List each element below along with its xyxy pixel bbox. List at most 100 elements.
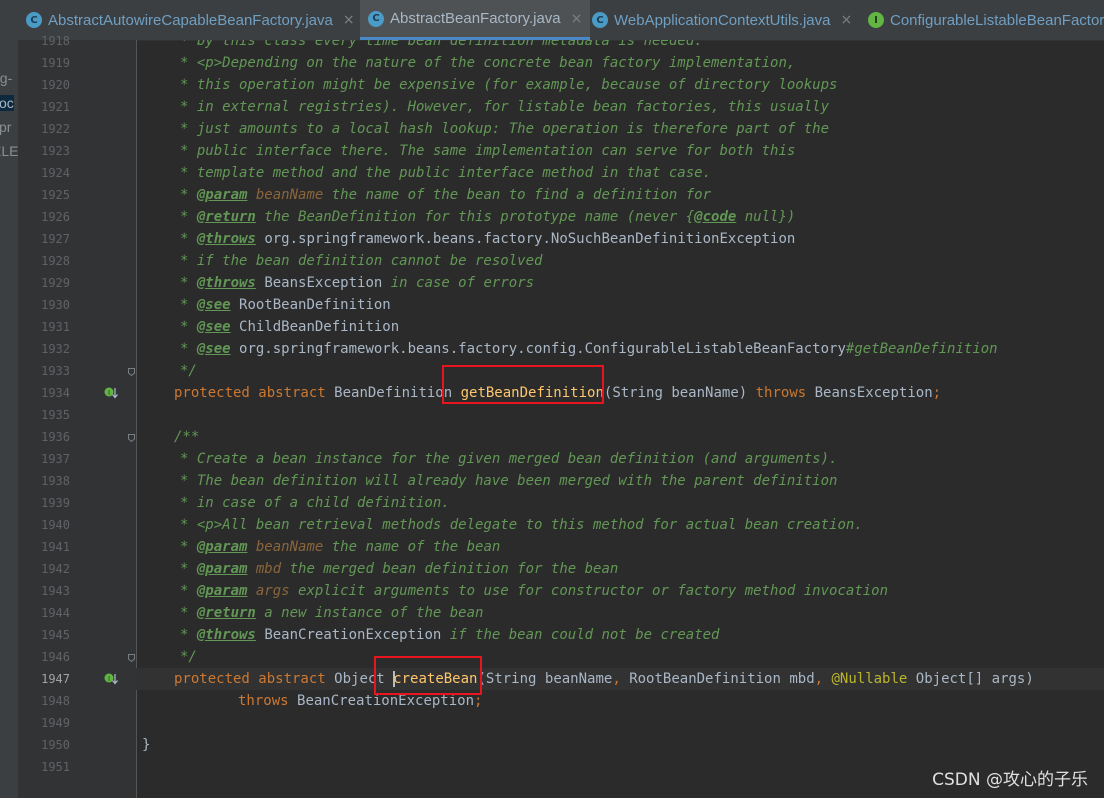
code-token: * Create a bean instance for the given m… [180,451,838,467]
code-line[interactable]: * @throws org.springframework.beans.fact… [180,228,795,250]
code-token: org.springframework.beans.factory.NoSuch… [264,231,796,247]
line-number: 1936 [41,430,70,444]
code-token: * [180,341,197,357]
code-line[interactable]: * @see ChildBeanDefinition [180,316,399,338]
code-token: , [814,671,832,687]
code-token: ChildBeanDefinition [239,319,400,335]
code-token: * <p>Depending on the nature of the conc… [180,55,796,71]
project-tree-item[interactable]: coc [0,95,14,111]
code-line[interactable]: * @param beanName the name of the bean t… [180,184,711,206]
code-token: protected abstract [174,671,335,687]
fold-marker-icon[interactable] [128,654,135,662]
code-line[interactable]: * @see org.springframework.beans.factory… [180,338,998,360]
highlight-box-getBeanDefinition [442,365,604,404]
code-token: * public interface there. The same imple… [180,143,796,159]
line-number: 1937 [41,452,70,466]
code-token: @param [196,583,248,599]
code-token: @param [196,187,248,203]
code-line[interactable]: * Create a bean instance for the given m… [180,448,837,470]
code-token: RootBeanDefinition mbd [629,671,815,687]
line-number: 1944 [41,606,70,620]
tab-1[interactable]: C AbstractBeanFactory.java × [360,0,591,40]
fold-marker-icon[interactable] [128,368,135,376]
code-line[interactable]: * @param beanName the name of the bean [180,536,500,558]
code-token: * by this class every time bean definiti… [180,40,703,49]
code-line[interactable]: * just amounts to a local hash lookup: T… [180,118,829,140]
fold-marker-icon[interactable] [128,434,135,442]
code-token: /** [174,429,200,445]
code-line[interactable]: * by this class every time bean definiti… [180,40,703,52]
code-token: @code [694,209,737,225]
line-number: 1931 [41,320,70,334]
code-token: * [180,561,197,577]
code-line[interactable]: * @param args explicit arguments to use … [180,580,888,602]
editor-gutter: 1918 1919 1920 1921 1922 1923 1924 1925 1926 1927… [18,34,137,798]
code-token: org.springframework.beans.factory.config… [239,341,846,357]
code-line[interactable]: protected abstract Object createBean(Str… [174,668,1034,690]
code-token: @see [196,297,231,313]
code-token: */ [180,363,197,379]
code-token: beanName [255,539,324,555]
code-token: * template method and the public interfa… [180,165,712,181]
line-number: 1938 [41,474,70,488]
code-line[interactable]: * @throws BeanCreationException if the b… [180,624,719,646]
code-line[interactable]: */ [180,646,197,668]
project-tree-item[interactable]: ng- [0,70,12,86]
code-line[interactable]: * <p>Depending on the nature of the conc… [180,52,795,74]
code-token: * this operation might be expensive (for… [180,77,838,93]
code-token: (String beanName [477,671,613,687]
code-editor[interactable]: * by this class every time bean definiti… [136,40,1104,798]
project-tree-item[interactable]: spr [0,119,11,135]
code-line[interactable]: * public interface there. The same imple… [180,140,795,162]
code-token: * [180,231,197,247]
line-number: 1926 [41,210,70,224]
tab-2[interactable]: C WebApplicationContextUtils.java × [584,0,860,40]
code-line[interactable]: * @see RootBeanDefinition [180,294,391,316]
code-token: * [180,297,197,313]
code-token: * if the bean definition cannot be resol… [180,253,543,269]
project-panel-edge[interactable]: ng-coc spr ELE [0,40,18,798]
close-icon[interactable]: × [841,12,853,28]
code-token: @return [196,209,256,225]
code-line[interactable]: /** [174,426,199,448]
code-line[interactable]: * <p>All bean retrieval methods delegate… [180,514,863,536]
code-line[interactable]: * template method and the public interfa… [180,162,711,184]
code-line[interactable]: * @param mbd the merged bean definition … [180,558,618,580]
code-token: * [180,627,197,643]
code-token: * The bean definition will already have … [180,473,838,489]
code-line[interactable]: * @return a new instance of the bean [180,602,483,624]
implemented-down-icon[interactable]: I [104,672,118,686]
implemented-down-icon[interactable]: I [104,386,118,400]
line-number: 1925 [41,188,70,202]
code-token: explicit arguments to use for constructo… [289,583,889,599]
line-number: 1947 [41,672,70,686]
code-line[interactable]: * @return the BeanDefinition for this pr… [180,206,795,228]
tab-label: ConfigurableListableBeanFactor [890,11,1104,29]
code-token: ; [932,385,942,401]
watermark: CSDN @攻心的子乐 [932,770,1088,790]
highlight-box-createBean [374,656,482,695]
code-line[interactable]: * in case of a child definition. [180,492,450,514]
code-line[interactable]: * in external registries). However, for … [180,96,829,118]
close-icon[interactable]: × [343,12,355,28]
close-icon[interactable]: × [571,11,583,27]
code-token: if the bean could not be created [441,627,720,643]
code-line[interactable]: * @throws BeansException in case of erro… [180,272,534,294]
code-token: , [612,671,630,687]
line-number: 1950 [41,738,70,752]
code-line[interactable]: * if the bean definition cannot be resol… [180,250,542,272]
code-token: * just amounts to a local hash lookup: T… [180,121,830,137]
code-line[interactable]: */ [180,360,197,382]
code-token: BeansException [814,385,933,401]
project-tree-item[interactable]: ELE [0,143,18,159]
code-token: the name of the bean [323,539,501,555]
line-number: 1935 [41,408,70,422]
code-line[interactable]: } [142,734,150,756]
code-token: @Nullable [831,671,916,687]
line-number: 1929 [41,276,70,290]
tab-3[interactable]: I ConfigurableListableBeanFactor [860,0,1104,40]
code-line[interactable]: * The bean definition will already have … [180,470,837,492]
code-line[interactable]: * this operation might be expensive (for… [180,74,837,96]
